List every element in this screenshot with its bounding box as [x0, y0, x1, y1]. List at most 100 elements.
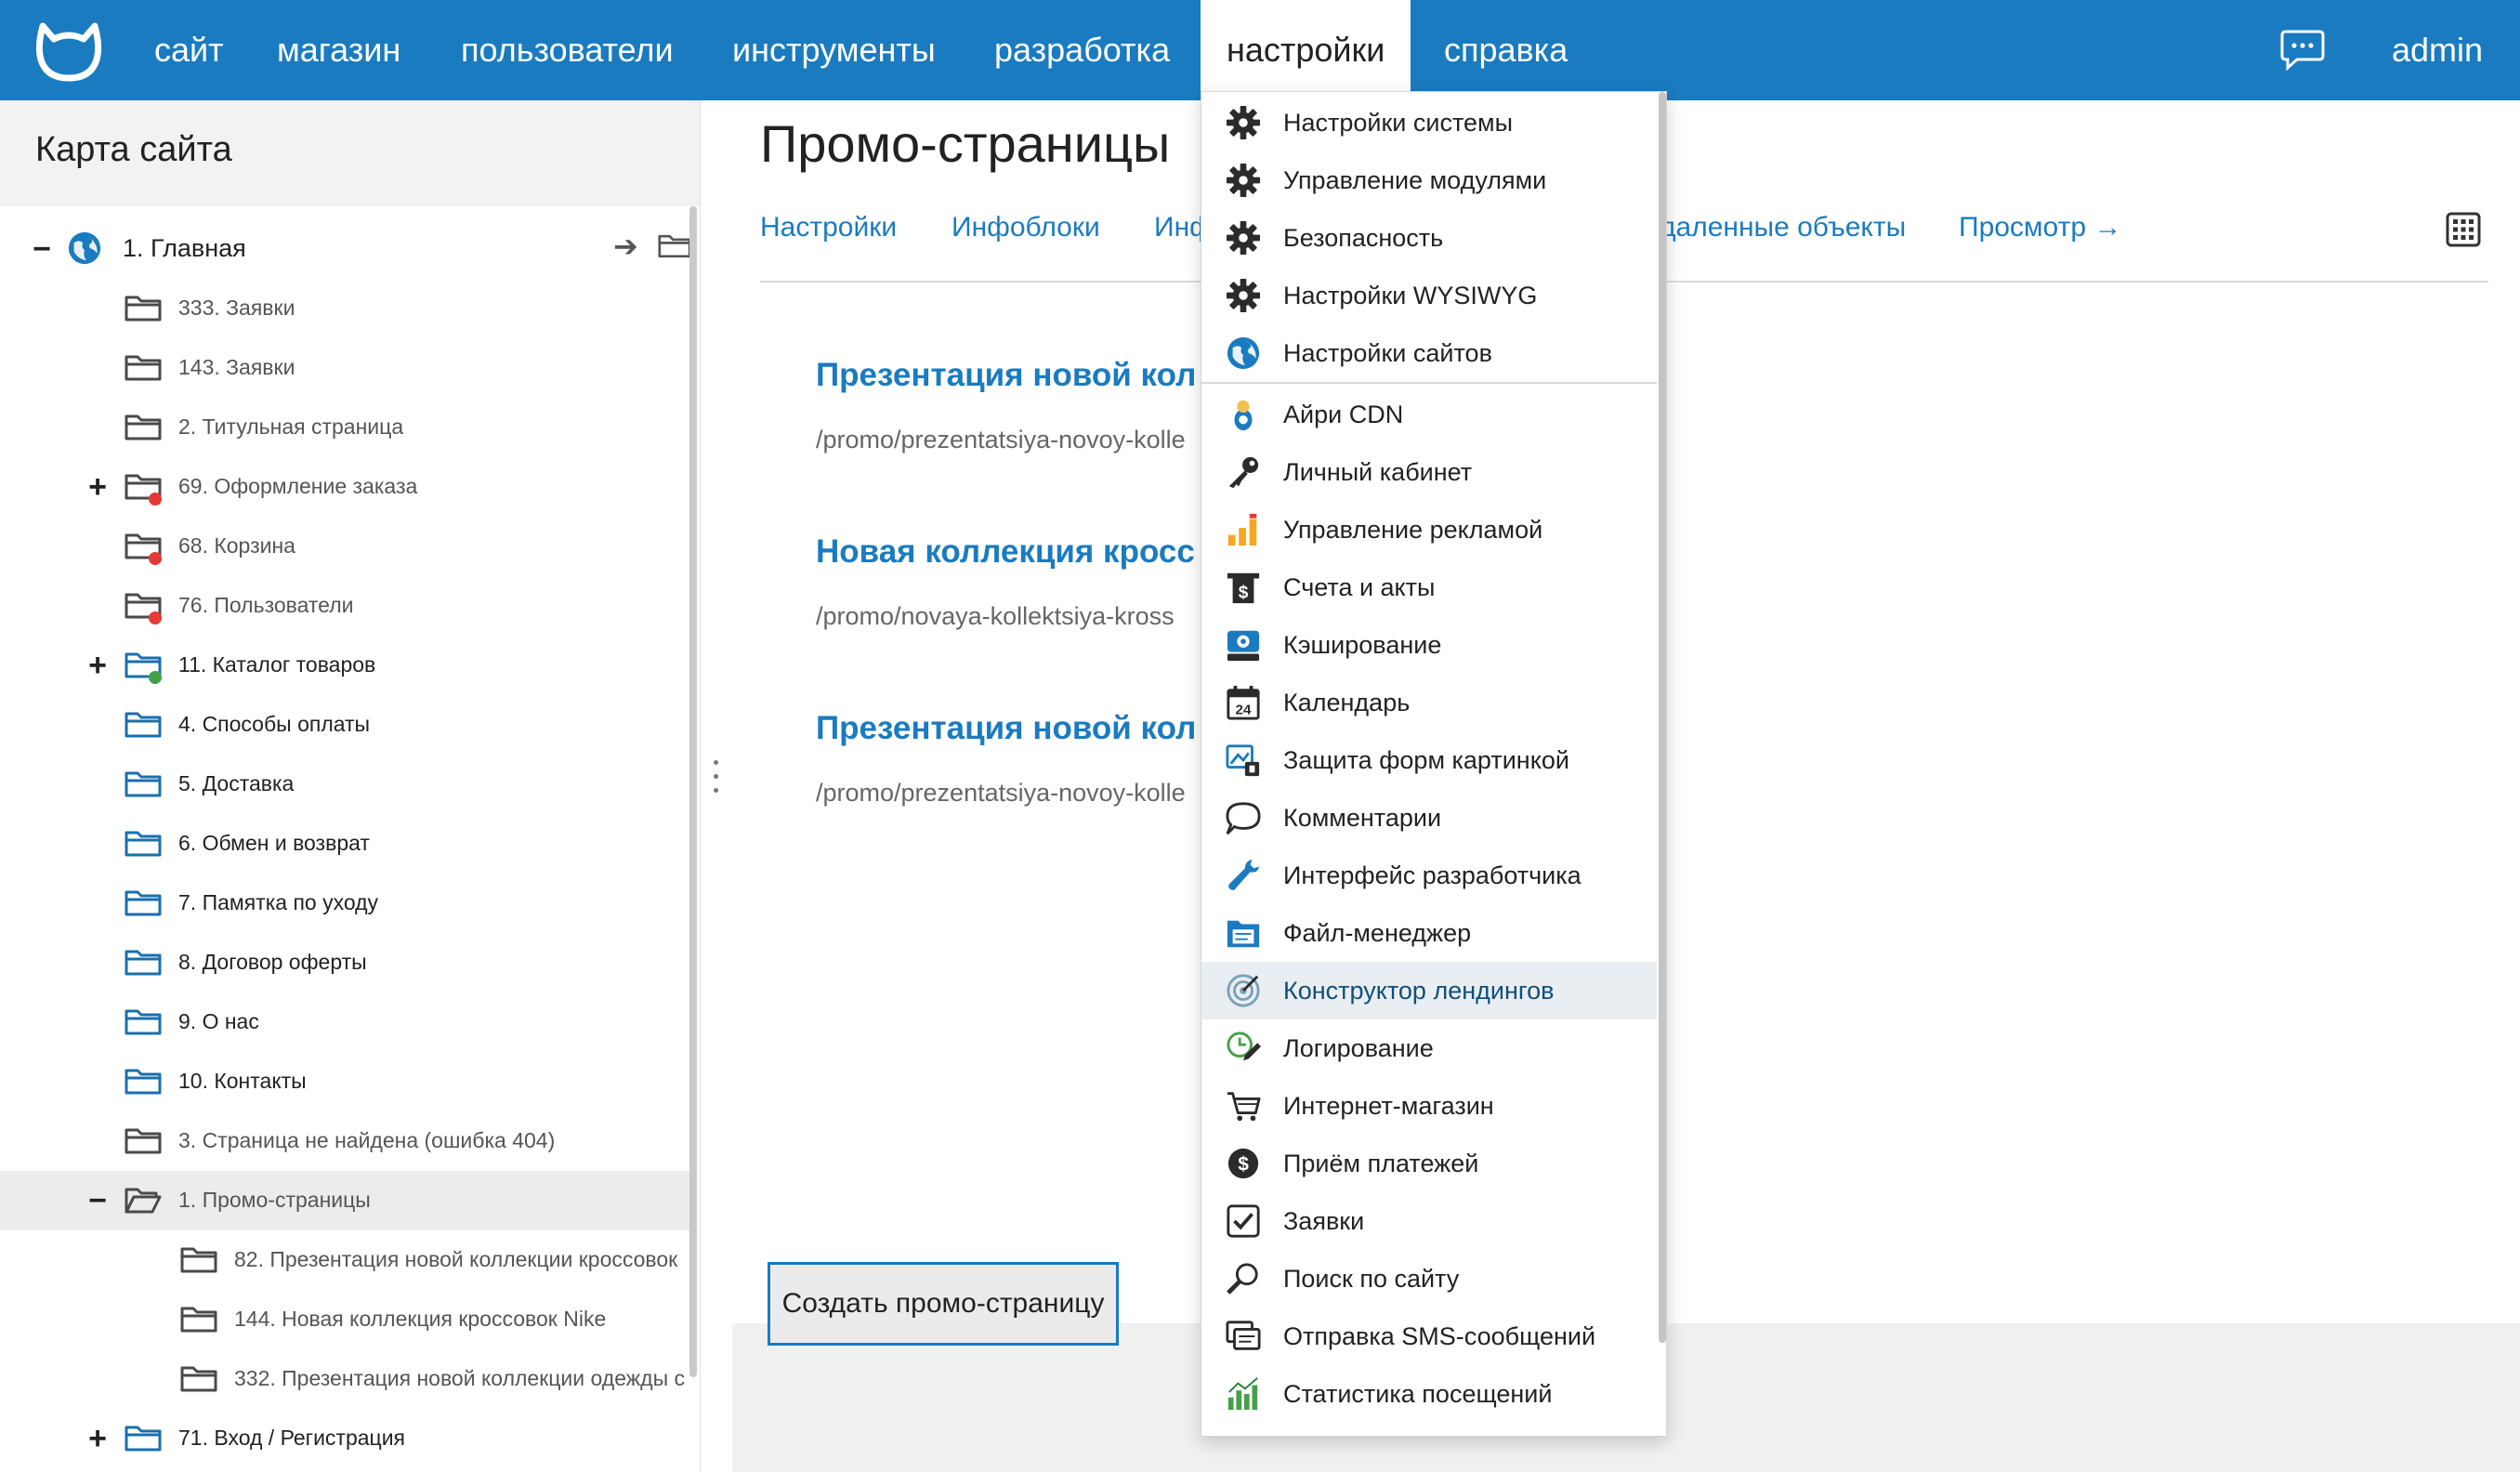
tree-node[interactable]: 82. Презентация новой коллекции кроссово… — [0, 1230, 689, 1290]
promo-item-title[interactable]: Презентация новой кол — [816, 357, 1196, 394]
tree-node[interactable]: 8. Договор оферты — [0, 933, 689, 992]
chat-icon[interactable] — [2280, 28, 2325, 71]
tree-node-label: 7. Памятка по уходу — [178, 890, 379, 914]
tab-deleted-objects[interactable]: даленные объекты — [1660, 212, 1906, 243]
menu-item-globe[interactable]: Настройки сайтов — [1201, 324, 1657, 382]
add-folder-icon[interactable] — [658, 232, 691, 260]
menu-item-gear[interactable]: Настройки системы — [1201, 94, 1657, 151]
menu-item-search[interactable]: Поиск по сайту — [1201, 1250, 1657, 1308]
promo-item-title[interactable]: Новая коллекция кросс — [816, 533, 1195, 571]
nav-item-7[interactable]: справка — [1444, 0, 1568, 100]
tree-node[interactable]: 5. Доставка — [0, 755, 689, 814]
go-to-page-icon[interactable]: ➔ — [613, 229, 638, 264]
bar-chart-icon — [1227, 513, 1257, 546]
tab-infoblocks[interactable]: Инфоблоки — [952, 212, 1100, 243]
tree-node-label: 144. Новая коллекция кроссовок Nike — [234, 1307, 607, 1331]
menu-item-log[interactable]: Логирование — [1201, 1019, 1657, 1077]
tree-node[interactable]: 6. Обмен и возврат — [0, 814, 689, 874]
gear-icon — [1226, 278, 1261, 313]
menu-item-gear[interactable]: Настройки WYSIWYG — [1201, 267, 1657, 324]
tree-node[interactable]: 68. Корзина — [0, 517, 689, 576]
nav-item-4[interactable]: инструменты — [732, 0, 936, 100]
wrench-icon — [1228, 859, 1260, 890]
create-promo-page-button[interactable]: Создать промо-страницу — [768, 1262, 1119, 1346]
nav-item-5[interactable]: разработка — [994, 0, 1170, 100]
menu-item-label: Файл-менеджер — [1283, 919, 1472, 947]
search-icon — [1227, 1263, 1258, 1295]
tree-node[interactable]: 3. Страница не найдена (ошибка 404) — [0, 1111, 689, 1171]
promo-item-title[interactable]: Презентация новой кол — [816, 710, 1196, 747]
menu-item-key[interactable]: Личный кабинет — [1201, 443, 1657, 501]
folder-icon — [125, 771, 162, 797]
svg-text:24: 24 — [1236, 702, 1252, 717]
expand-toggle[interactable]: + — [84, 1420, 112, 1457]
panel-resize-handle[interactable] — [710, 760, 721, 812]
tree-node[interactable]: 4. Способы оплаты — [0, 695, 689, 755]
tree-node[interactable]: 143. Заявки — [0, 338, 689, 398]
tree-node[interactable]: 2. Титульная страница — [0, 398, 689, 457]
menu-item-label: Комментарии — [1283, 804, 1442, 832]
nav-item-2[interactable]: магазин — [277, 0, 400, 100]
tree-node[interactable]: 7. Памятка по уходу — [0, 874, 689, 933]
tab-settings[interactable]: Настройки — [760, 212, 897, 243]
menu-item-cart[interactable]: Интернет-магазин — [1201, 1077, 1657, 1135]
collapse-toggle[interactable]: − — [28, 230, 56, 268]
tree-node-label: 3. Страница не найдена (ошибка 404) — [178, 1128, 556, 1152]
tree-node[interactable]: 333. Заявки — [0, 279, 689, 338]
tree-node[interactable]: 332. Презентация новой коллекции одежды … — [0, 1349, 689, 1409]
nav-item-6[interactable]: настройки — [1201, 0, 1411, 100]
menu-item-captcha[interactable]: Защита форм картинкой — [1201, 731, 1657, 789]
menu-item-wrench[interactable]: Интерфейс разработчика — [1201, 847, 1657, 904]
tree-node-label: 71. Вход / Регистрация — [178, 1426, 406, 1450]
tree-node-label: 1. Промо-страницы — [178, 1188, 371, 1212]
status-dot-active — [149, 671, 162, 684]
menu-item-cache[interactable]: Кэширование — [1201, 616, 1657, 674]
user-menu[interactable]: admin — [2392, 0, 2483, 100]
grid-view-icon[interactable] — [2446, 212, 2481, 247]
promo-item-url: /promo/prezentatsiya-novoy-kolle — [816, 779, 1186, 807]
folder-icon — [125, 1009, 162, 1035]
nav-item-1[interactable]: сайт — [154, 0, 224, 100]
tree-node[interactable]: − 1. Промо-страницы — [0, 1171, 689, 1230]
dropdown-scrollbar[interactable] — [1659, 92, 1666, 1343]
menu-item-payment[interactable]: $ Приём платежей — [1201, 1135, 1657, 1192]
menu-item-gear[interactable]: Безопасность — [1201, 209, 1657, 267]
menu-item-invoice[interactable]: $ Счета и акты — [1201, 559, 1657, 616]
tree-node-label: 9. О нас — [178, 1009, 259, 1033]
tree-node[interactable]: 144. Новая коллекция кроссовок Nike — [0, 1290, 689, 1349]
tree-root-node[interactable]: − ➔ 1. Главная — [0, 219, 691, 279]
menu-item-comment[interactable]: Комментарии — [1201, 789, 1657, 847]
tree-node[interactable]: 10. Контакты — [0, 1052, 689, 1111]
tree-node-label: 4. Способы оплаты — [178, 712, 371, 736]
nav-item-3[interactable]: пользователи — [461, 0, 674, 100]
comment-icon — [1226, 802, 1261, 835]
menu-item-checkbox[interactable]: Заявки — [1201, 1192, 1657, 1250]
menu-item-target[interactable]: Конструктор лендингов — [1201, 962, 1657, 1019]
tree-node-label: 143. Заявки — [178, 355, 295, 379]
tree-node[interactable]: 76. Пользователи — [0, 576, 689, 636]
expand-toggle[interactable]: + — [84, 468, 112, 506]
menu-item-label: Приём платежей — [1283, 1150, 1479, 1177]
top-navigation-bar: сайт магазин пользователи инструменты разраб… — [0, 0, 2520, 100]
tree-node[interactable]: +71. Вход / Регистрация — [0, 1409, 689, 1468]
menu-item-cdn[interactable]: Айри CDN — [1201, 386, 1657, 443]
folder-icon — [125, 414, 162, 440]
tree-node[interactable]: +69. Оформление заказа — [0, 457, 689, 517]
menu-item-sms[interactable]: Отправка SMS-сообщений — [1201, 1308, 1657, 1365]
tab-preview[interactable]: Просмотр → — [1959, 212, 2121, 243]
menu-item-stats[interactable]: Статистика посещений — [1201, 1365, 1657, 1423]
menu-item-label: Интерфейс разработчика — [1283, 861, 1582, 889]
collapse-toggle[interactable]: − — [84, 1182, 112, 1219]
menu-item-label: Отправка SMS-сообщений — [1283, 1322, 1596, 1350]
tree-node[interactable]: +11. Каталог товаров — [0, 636, 689, 695]
menu-item-file-manager[interactable]: Файл-менеджер — [1201, 904, 1657, 962]
sidebar-scrollbar[interactable] — [689, 206, 697, 1377]
menu-item-bar-chart[interactable]: Управление рекламой — [1201, 501, 1657, 559]
expand-toggle[interactable]: + — [84, 647, 112, 684]
menu-item-calendar[interactable]: 24 Календарь — [1201, 674, 1657, 731]
menu-item-label: Поиск по сайту — [1283, 1265, 1460, 1293]
tree-node[interactable]: 9. О нас — [0, 992, 689, 1052]
menu-item-gear[interactable]: Управление модулями — [1201, 151, 1657, 209]
logo-icon[interactable] — [33, 19, 104, 84]
tree-node-label: 333. Заявки — [178, 296, 295, 320]
